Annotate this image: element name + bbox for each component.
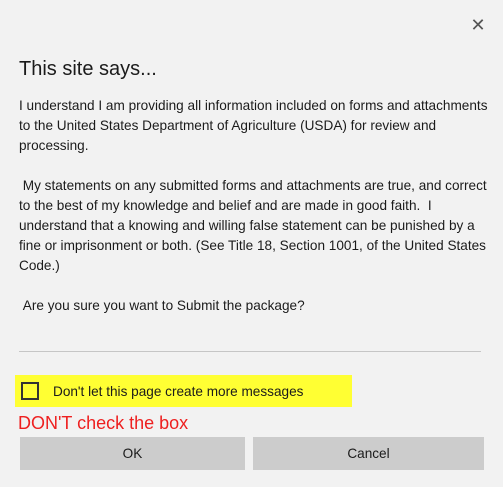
dialog-title: This site says... xyxy=(19,58,157,80)
alert-dialog: ✕ This site says... I understand I am pr… xyxy=(0,0,503,487)
suppress-messages-checkbox[interactable] xyxy=(21,382,39,400)
divider xyxy=(19,351,481,352)
warning-annotation: DON'T check the box xyxy=(18,413,189,433)
message-paragraph-1: I understand I am providing all informat… xyxy=(19,98,492,153)
close-icon[interactable]: ✕ xyxy=(467,14,489,36)
cancel-button[interactable]: Cancel xyxy=(253,437,484,470)
ok-button[interactable]: OK xyxy=(20,437,245,470)
message-paragraph-2: My statements on any submitted forms and… xyxy=(19,178,491,273)
suppress-messages-checkbox-row[interactable]: Don't let this page create more messages xyxy=(15,375,352,407)
message-paragraph-3: Are you sure you want to Submit the pack… xyxy=(19,298,305,313)
suppress-messages-label[interactable]: Don't let this page create more messages xyxy=(53,384,303,399)
dialog-message: I understand I am providing all informat… xyxy=(19,96,489,336)
